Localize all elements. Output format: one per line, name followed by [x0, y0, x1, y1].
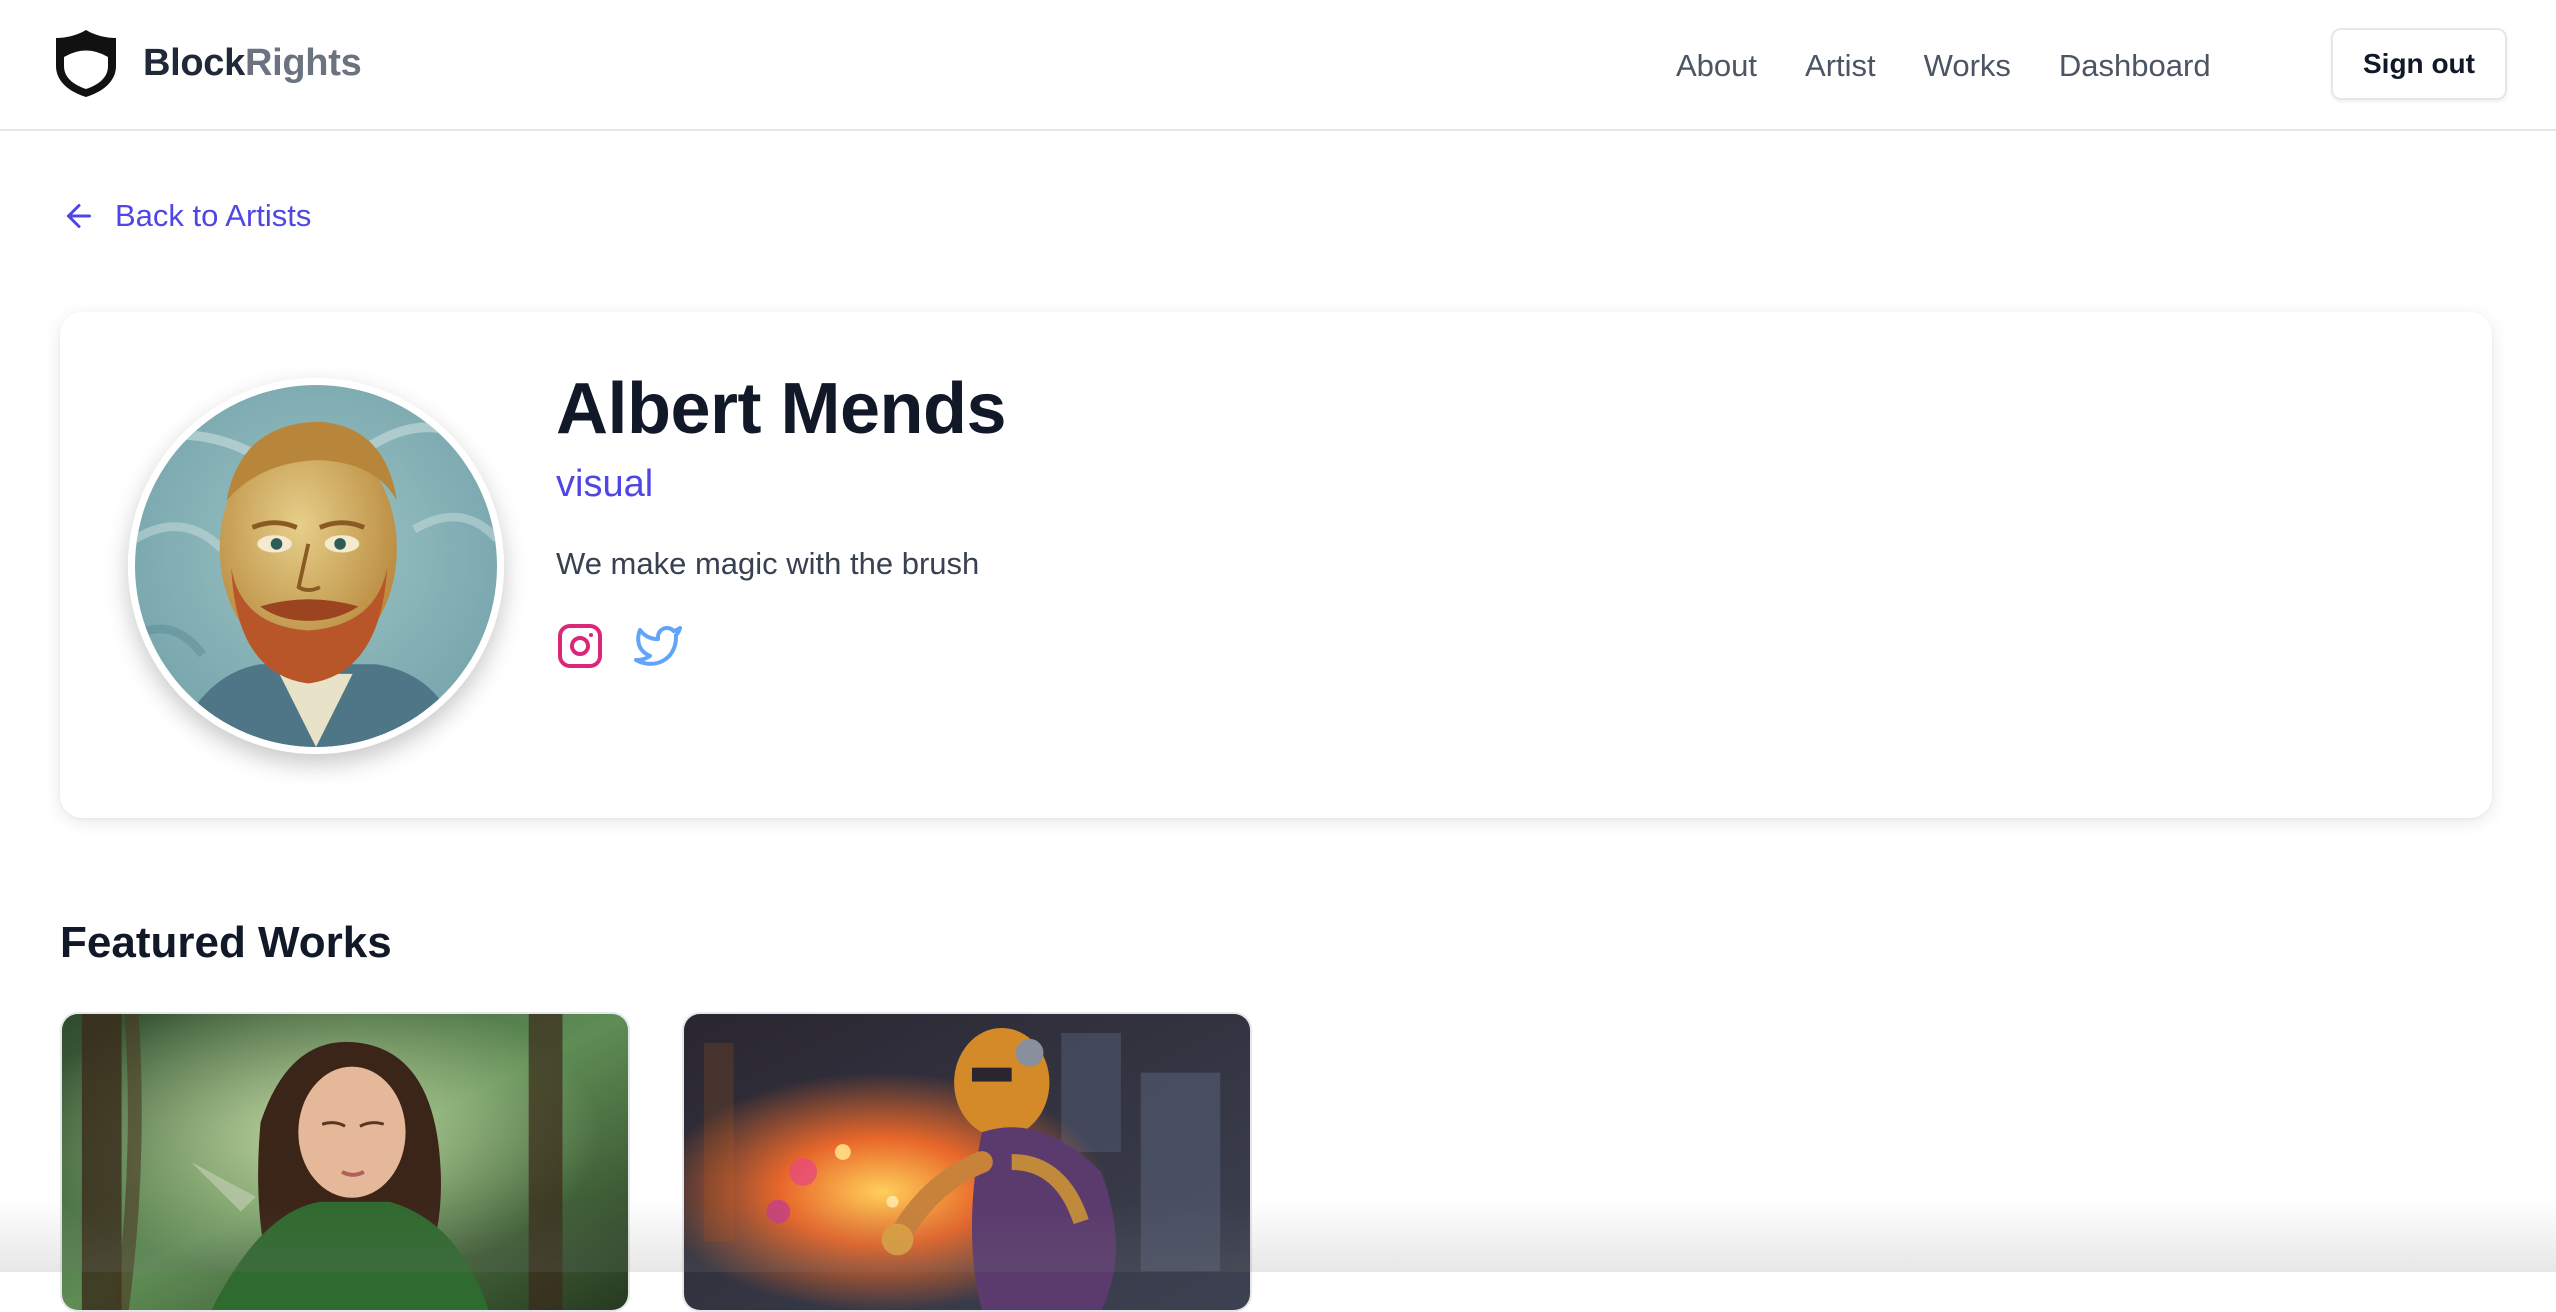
nav-link-dashboard[interactable]: Dashboard: [2059, 48, 2211, 84]
back-link-label: Back to Artists: [115, 198, 312, 233]
artwork-image: [62, 1014, 628, 1310]
main-nav: About Artist Works Dashboard: [1676, 0, 2259, 131]
back-to-artists-link[interactable]: Back to Artists: [61, 198, 311, 234]
nav-link-about[interactable]: About: [1676, 48, 1757, 84]
artist-bio: We make magic with the brush: [556, 546, 980, 582]
brand-name: BlockRights: [143, 41, 362, 84]
featured-works-heading: Featured Works: [60, 918, 392, 967]
instagram-icon[interactable]: [556, 622, 604, 670]
artist-info: Albert Mends visual We make magic with t…: [556, 369, 1007, 670]
work-card-robot[interactable]: [682, 1012, 1252, 1312]
nav-link-works[interactable]: Works: [1924, 48, 2011, 84]
arrow-left-icon: [67, 204, 91, 228]
brand[interactable]: BlockRights: [49, 26, 362, 100]
work-card-elf[interactable]: [60, 1012, 630, 1312]
artist-profile-card: Albert Mends visual We make magic with t…: [60, 312, 2492, 818]
twitter-icon[interactable]: [634, 622, 682, 670]
artist-name: Albert Mends: [556, 369, 1007, 449]
artist-avatar: [128, 378, 504, 754]
shield-icon: [56, 30, 116, 97]
artist-category: visual: [556, 463, 654, 506]
avatar-portrait-image: [135, 385, 497, 747]
social-links: [556, 622, 1006, 670]
artwork-image: [684, 1014, 1250, 1310]
top-navbar: BlockRights About Artist Works Dashboard…: [0, 0, 2556, 131]
sign-out-button[interactable]: Sign out: [2331, 28, 2507, 100]
nav-link-artist[interactable]: Artist: [1805, 48, 1876, 84]
